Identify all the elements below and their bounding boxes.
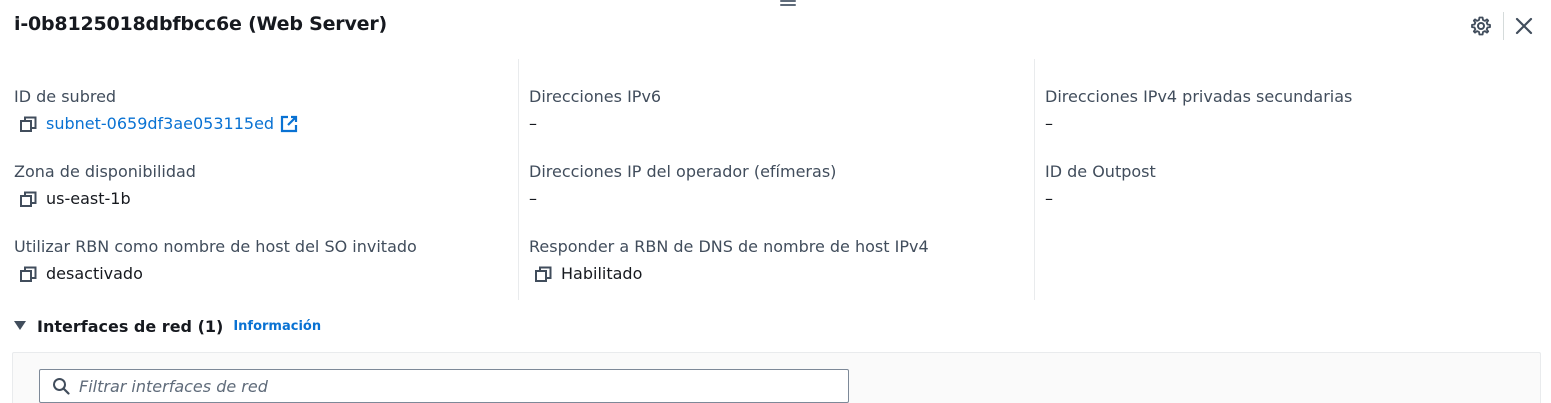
field-value: –	[529, 189, 537, 208]
network-interfaces-table	[12, 352, 1541, 403]
close-button[interactable]	[1512, 14, 1536, 38]
gear-icon	[1471, 16, 1491, 36]
field-rbn-hostname: Utilizar RBN como nombre de host del SO …	[14, 236, 417, 285]
field-value: –	[529, 114, 537, 133]
field-rbn-dns: Responder a RBN de DNS de nombre de host…	[529, 236, 929, 285]
caret-down-icon[interactable]	[14, 320, 26, 332]
details-grid: ID de subred subnet-0659df3ae053115ed Zo…	[0, 59, 1551, 300]
field-value: us-east-1b	[46, 189, 131, 208]
field-availability-zone: Zona de disponibilidad us-east-1b	[14, 161, 196, 210]
field-label: Direcciones IPv4 privadas secundarias	[1045, 87, 1353, 106]
search-icon	[51, 376, 71, 396]
field-label: Zona de disponibilidad	[14, 162, 196, 181]
field-ipv6-addresses: Direcciones IPv6 –	[529, 86, 661, 135]
copy-icon[interactable]	[19, 190, 37, 208]
filter-input[interactable]	[79, 376, 819, 396]
drag-handle-icon[interactable]	[780, 0, 796, 8]
field-subnet-id: ID de subred subnet-0659df3ae053115ed	[14, 86, 298, 135]
field-label: Direcciones IPv6	[529, 87, 662, 106]
column-divider	[518, 59, 519, 300]
field-value: Habilitado	[561, 264, 643, 283]
copy-icon[interactable]	[19, 265, 37, 283]
network-interfaces-header: Interfaces de red (1) Información	[14, 315, 321, 337]
field-carrier-ip: Direcciones IP del operador (efímeras) –	[529, 161, 836, 210]
field-outpost-id: ID de Outpost –	[1045, 161, 1156, 210]
filter-field[interactable]	[39, 369, 849, 403]
section-title[interactable]: Interfaces de red (1)	[37, 317, 223, 336]
field-label: ID de subred	[14, 87, 117, 106]
settings-button[interactable]	[1469, 14, 1493, 38]
field-label: ID de Outpost	[1045, 162, 1156, 181]
field-value: –	[1045, 189, 1053, 208]
header-divider	[1503, 12, 1504, 40]
details-column-1: ID de subred subnet-0659df3ae053115ed Zo…	[14, 59, 514, 300]
field-label: Direcciones IP del operador (efímeras)	[529, 162, 837, 181]
subnet-link[interactable]: subnet-0659df3ae053115ed	[46, 113, 274, 135]
close-icon	[1515, 17, 1533, 35]
field-label: Responder a RBN de DNS de nombre de host…	[529, 237, 929, 256]
copy-icon[interactable]	[534, 265, 552, 283]
details-column-2: Direcciones IPv6 – Direcciones IP del op…	[529, 59, 1029, 300]
field-secondary-ipv4: Direcciones IPv4 privadas secundarias –	[1045, 86, 1352, 135]
copy-icon[interactable]	[19, 115, 37, 133]
panel-title: i-0b8125018dbfbcc6e (Web Server)	[14, 13, 388, 35]
external-link-icon[interactable]	[280, 115, 298, 133]
details-column-3: Direcciones IPv4 privadas secundarias – …	[1045, 59, 1545, 300]
field-value: –	[1045, 114, 1053, 133]
field-label: Utilizar RBN como nombre de host del SO …	[14, 237, 417, 256]
info-link[interactable]: Información	[233, 319, 321, 334]
column-divider	[1034, 59, 1035, 300]
field-value: desactivado	[46, 264, 143, 283]
